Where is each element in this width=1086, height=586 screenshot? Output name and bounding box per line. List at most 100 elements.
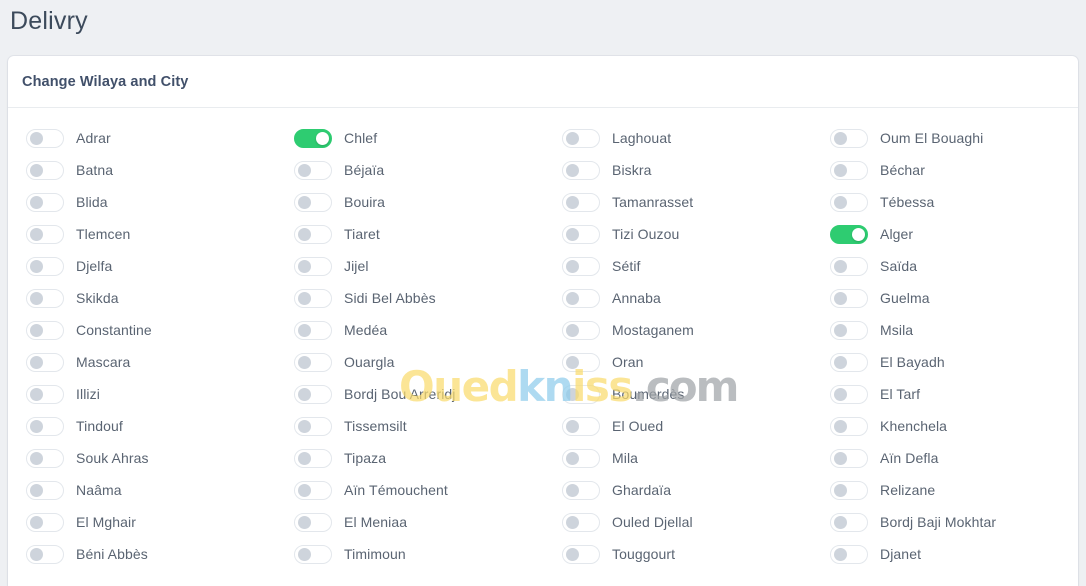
- wilaya-toggle-alger[interactable]: [830, 224, 868, 244]
- wilaya-toggle-blida[interactable]: [26, 192, 64, 212]
- wilaya-row-biskra[interactable]: Biskra: [548, 154, 816, 186]
- wilaya-row-boumerdes[interactable]: Boumerdès: [548, 378, 816, 410]
- wilaya-row-guelma[interactable]: Guelma: [816, 282, 1078, 314]
- wilaya-row-souk-ahras[interactable]: Souk Ahras: [12, 442, 280, 474]
- wilaya-row-ouled-djellal[interactable]: Ouled Djellal: [548, 506, 816, 538]
- wilaya-toggle-tamanrasset[interactable]: [562, 192, 600, 212]
- wilaya-toggle-tlemcen[interactable]: [26, 224, 64, 244]
- wilaya-row-chlef[interactable]: Chlef: [280, 122, 548, 154]
- wilaya-row-mila[interactable]: Mila: [548, 442, 816, 474]
- wilaya-row-blida[interactable]: Blida: [12, 186, 280, 218]
- wilaya-row-tamanrasset[interactable]: Tamanrasset: [548, 186, 816, 218]
- wilaya-toggle-setif[interactable]: [562, 256, 600, 276]
- wilaya-toggle-oum-el-bouaghi[interactable]: [830, 128, 868, 148]
- wilaya-toggle-jijel[interactable]: [294, 256, 332, 276]
- wilaya-toggle-souk-ahras[interactable]: [26, 448, 64, 468]
- wilaya-row-skikda[interactable]: Skikda: [12, 282, 280, 314]
- wilaya-toggle-bejaia[interactable]: [294, 160, 332, 180]
- wilaya-toggle-tissemsilt[interactable]: [294, 416, 332, 436]
- wilaya-row-oran[interactable]: Oran: [548, 346, 816, 378]
- wilaya-row-bechar[interactable]: Béchar: [816, 154, 1078, 186]
- wilaya-toggle-illizi[interactable]: [26, 384, 64, 404]
- wilaya-toggle-touggourt[interactable]: [562, 544, 600, 564]
- wilaya-row-illizi[interactable]: Illizi: [12, 378, 280, 410]
- wilaya-row-el-tarf[interactable]: El Tarf: [816, 378, 1078, 410]
- wilaya-row-tebessa[interactable]: Tébessa: [816, 186, 1078, 218]
- wilaya-toggle-guelma[interactable]: [830, 288, 868, 308]
- wilaya-toggle-bouira[interactable]: [294, 192, 332, 212]
- wilaya-toggle-sidi-bel-abbes[interactable]: [294, 288, 332, 308]
- wilaya-row-el-meniaa[interactable]: El Meniaa: [280, 506, 548, 538]
- wilaya-toggle-el-meniaa[interactable]: [294, 512, 332, 532]
- wilaya-toggle-naama[interactable]: [26, 480, 64, 500]
- wilaya-toggle-el-bayadh[interactable]: [830, 352, 868, 372]
- wilaya-toggle-biskra[interactable]: [562, 160, 600, 180]
- wilaya-row-bordj-bou-arreridj[interactable]: Bordj Bou Arreridj: [280, 378, 548, 410]
- wilaya-toggle-chlef[interactable]: [294, 128, 332, 148]
- wilaya-toggle-annaba[interactable]: [562, 288, 600, 308]
- wilaya-toggle-djanet[interactable]: [830, 544, 868, 564]
- wilaya-row-touggourt[interactable]: Touggourt: [548, 538, 816, 570]
- wilaya-toggle-ain-defla[interactable]: [830, 448, 868, 468]
- wilaya-toggle-tebessa[interactable]: [830, 192, 868, 212]
- wilaya-row-tlemcen[interactable]: Tlemcen: [12, 218, 280, 250]
- wilaya-toggle-oran[interactable]: [562, 352, 600, 372]
- wilaya-toggle-boumerdes[interactable]: [562, 384, 600, 404]
- wilaya-row-relizane[interactable]: Relizane: [816, 474, 1078, 506]
- wilaya-row-bouira[interactable]: Bouira: [280, 186, 548, 218]
- wilaya-toggle-msila[interactable]: [830, 320, 868, 340]
- wilaya-toggle-bordj-bou-arreridj[interactable]: [294, 384, 332, 404]
- wilaya-toggle-laghouat[interactable]: [562, 128, 600, 148]
- wilaya-toggle-timimoun[interactable]: [294, 544, 332, 564]
- wilaya-row-adrar[interactable]: Adrar: [12, 122, 280, 154]
- wilaya-toggle-el-mghair[interactable]: [26, 512, 64, 532]
- wilaya-toggle-mostaganem[interactable]: [562, 320, 600, 340]
- wilaya-row-batna[interactable]: Batna: [12, 154, 280, 186]
- wilaya-toggle-saida[interactable]: [830, 256, 868, 276]
- wilaya-row-medea[interactable]: Medéa: [280, 314, 548, 346]
- wilaya-row-ghardaia[interactable]: Ghardaïa: [548, 474, 816, 506]
- wilaya-row-setif[interactable]: Sétif: [548, 250, 816, 282]
- wilaya-toggle-adrar[interactable]: [26, 128, 64, 148]
- wilaya-toggle-el-tarf[interactable]: [830, 384, 868, 404]
- wilaya-toggle-ghardaia[interactable]: [562, 480, 600, 500]
- wilaya-toggle-bordj-baji-mokhtar[interactable]: [830, 512, 868, 532]
- wilaya-toggle-mascara[interactable]: [26, 352, 64, 372]
- wilaya-row-tiaret[interactable]: Tiaret: [280, 218, 548, 250]
- wilaya-toggle-batna[interactable]: [26, 160, 64, 180]
- wilaya-toggle-beni-abbes[interactable]: [26, 544, 64, 564]
- wilaya-row-tissemsilt[interactable]: Tissemsilt: [280, 410, 548, 442]
- wilaya-row-alger[interactable]: Alger: [816, 218, 1078, 250]
- wilaya-row-mascara[interactable]: Mascara: [12, 346, 280, 378]
- wilaya-row-mostaganem[interactable]: Mostaganem: [548, 314, 816, 346]
- wilaya-row-ouargla[interactable]: Ouargla: [280, 346, 548, 378]
- wilaya-toggle-bechar[interactable]: [830, 160, 868, 180]
- wilaya-row-djanet[interactable]: Djanet: [816, 538, 1078, 570]
- wilaya-row-oum-el-bouaghi[interactable]: Oum El Bouaghi: [816, 122, 1078, 154]
- wilaya-toggle-tindouf[interactable]: [26, 416, 64, 436]
- wilaya-row-constantine[interactable]: Constantine: [12, 314, 280, 346]
- wilaya-row-el-mghair[interactable]: El Mghair: [12, 506, 280, 538]
- wilaya-row-el-bayadh[interactable]: El Bayadh: [816, 346, 1078, 378]
- wilaya-toggle-tiaret[interactable]: [294, 224, 332, 244]
- wilaya-toggle-skikda[interactable]: [26, 288, 64, 308]
- wilaya-row-naama[interactable]: Naâma: [12, 474, 280, 506]
- wilaya-row-sidi-bel-abbes[interactable]: Sidi Bel Abbès: [280, 282, 548, 314]
- wilaya-row-tipaza[interactable]: Tipaza: [280, 442, 548, 474]
- wilaya-row-bordj-baji-mokhtar[interactable]: Bordj Baji Mokhtar: [816, 506, 1078, 538]
- wilaya-toggle-medea[interactable]: [294, 320, 332, 340]
- wilaya-row-ain-defla[interactable]: Aïn Defla: [816, 442, 1078, 474]
- wilaya-toggle-constantine[interactable]: [26, 320, 64, 340]
- wilaya-toggle-relizane[interactable]: [830, 480, 868, 500]
- wilaya-toggle-ouled-djellal[interactable]: [562, 512, 600, 532]
- wilaya-row-laghouat[interactable]: Laghouat: [548, 122, 816, 154]
- wilaya-toggle-djelfa[interactable]: [26, 256, 64, 276]
- wilaya-toggle-ouargla[interactable]: [294, 352, 332, 372]
- wilaya-row-el-oued[interactable]: El Oued: [548, 410, 816, 442]
- wilaya-toggle-khenchela[interactable]: [830, 416, 868, 436]
- wilaya-row-bejaia[interactable]: Béjaïa: [280, 154, 548, 186]
- wilaya-toggle-ain-temouchent[interactable]: [294, 480, 332, 500]
- wilaya-row-djelfa[interactable]: Djelfa: [12, 250, 280, 282]
- wilaya-toggle-el-oued[interactable]: [562, 416, 600, 436]
- wilaya-row-msila[interactable]: Msila: [816, 314, 1078, 346]
